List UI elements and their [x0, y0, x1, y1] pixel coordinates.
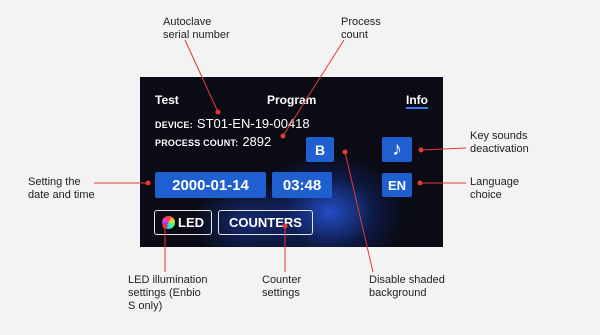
counters-button[interactable]: COUNTERS: [218, 210, 313, 235]
tab-program[interactable]: Program: [267, 93, 316, 107]
led-button-label: LED: [178, 215, 204, 230]
device-label: DEVICE:: [155, 120, 193, 130]
callout-date-time: Setting the date and time: [28, 176, 95, 201]
callout-language: Language choice: [470, 176, 519, 201]
process-count-row: PROCESS COUNT: 2892: [155, 134, 271, 149]
key-sounds-button[interactable]: ♪: [382, 137, 412, 162]
callout-counters: Counter settings: [262, 274, 302, 299]
active-tab-indicator: [406, 107, 428, 109]
date-button[interactable]: 2000-01-14: [155, 172, 266, 198]
language-button[interactable]: EN: [382, 173, 412, 197]
tab-test[interactable]: Test: [155, 93, 179, 107]
device-screen: Test Program Info DEVICE: ST01-EN-19-0041…: [140, 77, 443, 247]
device-serial-value: ST01-EN-19-00418: [196, 116, 310, 131]
tab-info[interactable]: Info: [406, 93, 428, 107]
callout-shaded-background: Disable shaded background: [369, 274, 445, 299]
rgb-color-wheel-icon: [162, 216, 175, 229]
callout-process-count: Process count: [341, 16, 381, 41]
process-count-label: PROCESS COUNT:: [155, 138, 239, 148]
time-button[interactable]: 03:48: [272, 172, 332, 198]
callout-key-sounds: Key sounds deactivation: [470, 130, 529, 155]
led-button[interactable]: LED: [154, 210, 212, 235]
device-serial-row: DEVICE: ST01-EN-19-00418: [155, 116, 310, 131]
process-count-value: 2892: [242, 134, 272, 149]
shaded-background-button[interactable]: B: [306, 137, 334, 162]
music-note-icon: ♪: [392, 138, 402, 160]
callout-serial-number: Autoclave serial number: [163, 16, 230, 41]
callout-led: LED illumination settings (Enbio S only): [128, 274, 208, 312]
